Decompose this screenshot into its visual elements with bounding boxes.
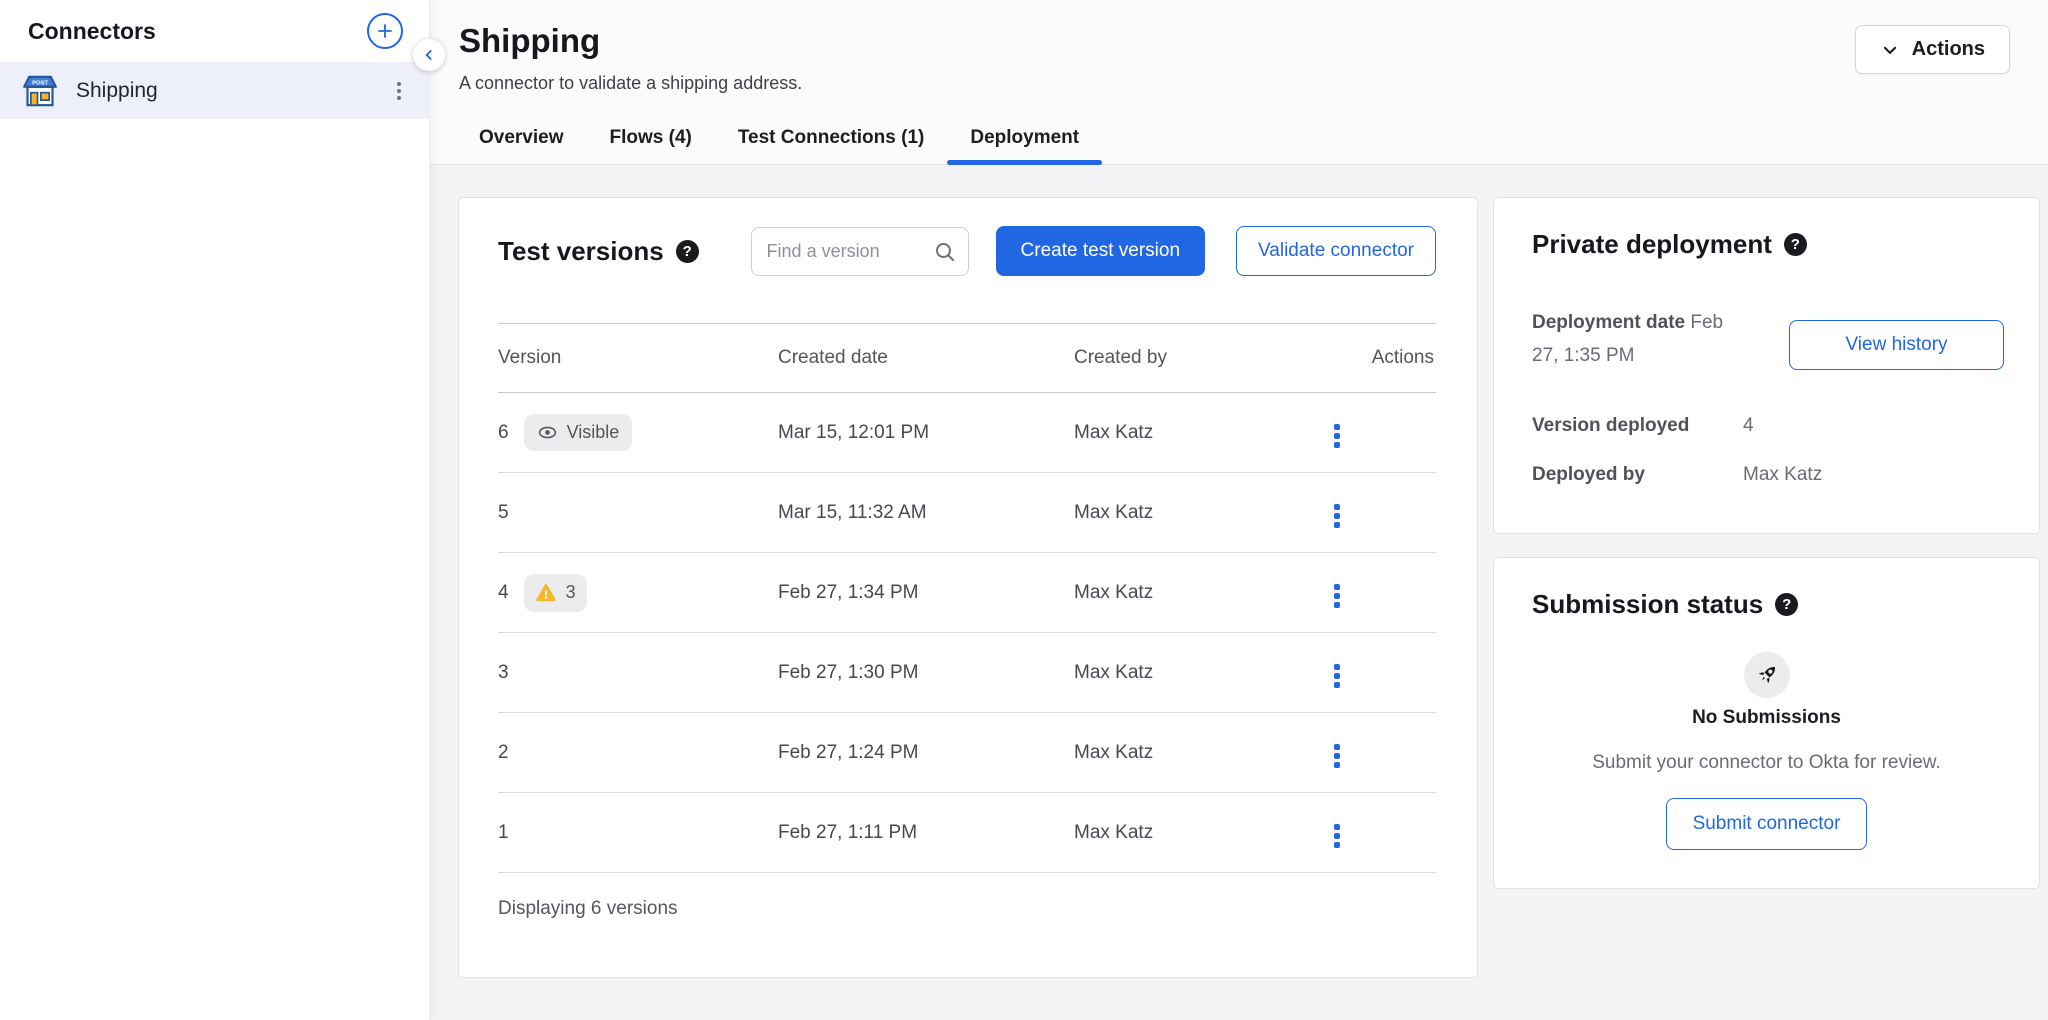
- chevron-down-icon: [1880, 40, 1900, 60]
- table-row: 3 Feb 27, 1:30 PM Max Katz: [498, 633, 1436, 713]
- rocket-icon: [1744, 652, 1790, 698]
- test-versions-heading: Test versions: [498, 236, 699, 267]
- row-actions-button[interactable]: [1330, 420, 1344, 452]
- page-header: Shipping Actions A connector to validate…: [430, 0, 2048, 165]
- badge-label: 3: [566, 582, 576, 603]
- svg-text:POST: POST: [32, 80, 48, 86]
- created-by-cell: Max Katz: [1074, 822, 1328, 844]
- deployed-by-value: Max Katz: [1743, 464, 2001, 486]
- validate-connector-button[interactable]: Validate connector: [1236, 226, 1436, 276]
- table-row: 6 Visible Mar 15, 12:01 PM Max Katz: [498, 393, 1436, 473]
- created-date-cell: Feb 27, 1:34 PM: [778, 582, 1074, 604]
- column-version: Version: [498, 347, 778, 369]
- private-deployment-panel: Private deployment View history Deployme…: [1493, 197, 2040, 534]
- version-number: 5: [498, 502, 509, 524]
- column-actions: Actions: [1328, 347, 1436, 369]
- version-deployed-value: 4: [1743, 415, 2001, 437]
- no-submissions-title: No Submissions: [1532, 707, 2001, 729]
- main-area: Shipping Actions A connector to validate…: [430, 0, 2048, 1020]
- collapse-sidebar-button[interactable]: [413, 39, 445, 71]
- submission-status-heading: Submission status: [1532, 589, 2001, 620]
- table-row: 5 Mar 15, 11:32 AM Max Katz: [498, 473, 1436, 553]
- tab-flows[interactable]: Flows (4): [587, 115, 715, 164]
- table-header: Version Created date Created by Actions: [498, 323, 1436, 393]
- actions-button-label: Actions: [1912, 38, 1985, 61]
- submit-connector-button[interactable]: Submit connector: [1666, 798, 1868, 850]
- version-number: 2: [498, 742, 509, 764]
- chevron-left-icon: [421, 47, 437, 63]
- deployed-by-label: Deployed by: [1532, 464, 1743, 486]
- test-versions-heading-text: Test versions: [498, 236, 664, 267]
- deployment-date-row: Deployment date Feb 27, 1:35 PM: [1532, 306, 1750, 372]
- plus-icon: [376, 22, 394, 40]
- version-deployed-label: Version deployed: [1532, 415, 1743, 437]
- created-date-cell: Mar 15, 12:01 PM: [778, 422, 1074, 444]
- private-deployment-heading-text: Private deployment: [1532, 229, 1772, 260]
- connectors-sidebar: Connectors POST Shipping: [0, 0, 430, 1020]
- deployment-date-label: Deployment date: [1532, 312, 1685, 333]
- created-by-cell: Max Katz: [1074, 502, 1328, 524]
- page-title: Shipping: [459, 22, 600, 60]
- sidebar-title: Connectors: [28, 18, 156, 45]
- version-number: 3: [498, 662, 509, 684]
- table-row: 2 Feb 27, 1:24 PM Max Katz: [498, 713, 1436, 793]
- sidebar-item-shipping[interactable]: POST Shipping: [0, 62, 429, 119]
- created-by-cell: Max Katz: [1074, 742, 1328, 764]
- tab-overview[interactable]: Overview: [456, 115, 587, 164]
- created-date-cell: Feb 27, 1:30 PM: [778, 662, 1074, 684]
- badge-label: Visible: [567, 422, 620, 443]
- connector-menu-button[interactable]: [393, 78, 405, 104]
- tab-test-connections[interactable]: Test Connections (1): [715, 115, 948, 164]
- connector-label: Shipping: [76, 79, 377, 103]
- row-actions-button[interactable]: [1330, 820, 1344, 852]
- add-connector-button[interactable]: [367, 13, 403, 49]
- versions-count: Displaying 6 versions: [459, 873, 1477, 920]
- version-number: 1: [498, 822, 509, 844]
- created-by-cell: Max Katz: [1074, 422, 1328, 444]
- column-created-by: Created by: [1074, 347, 1328, 369]
- created-date-cell: Feb 27, 1:11 PM: [778, 822, 1074, 844]
- search-input[interactable]: [751, 227, 969, 276]
- deployed-by-row: Deployed by Max Katz: [1532, 464, 2001, 486]
- version-deployed-row: Version deployed 4: [1532, 415, 2001, 437]
- private-deployment-heading: Private deployment: [1532, 229, 2001, 260]
- submission-status-heading-text: Submission status: [1532, 589, 1763, 620]
- row-actions-button[interactable]: [1330, 660, 1344, 692]
- content-area: Test versions Create test version Valida…: [430, 165, 2048, 1020]
- table-row: 1 Feb 27, 1:11 PM Max Katz: [498, 793, 1436, 873]
- created-by-cell: Max Katz: [1074, 662, 1328, 684]
- test-versions-panel: Test versions Create test version Valida…: [458, 197, 1478, 978]
- column-created-date: Created date: [778, 347, 1074, 369]
- visible-badge: Visible: [524, 414, 633, 451]
- shipping-connector-icon: POST: [20, 71, 60, 111]
- row-actions-button[interactable]: [1330, 740, 1344, 772]
- page-subtitle: A connector to validate a shipping addre…: [459, 73, 2048, 94]
- test-versions-toolbar: Test versions Create test version Valida…: [459, 198, 1477, 276]
- warning-icon: [535, 582, 557, 604]
- created-date-cell: Feb 27, 1:24 PM: [778, 742, 1074, 764]
- created-date-cell: Mar 15, 11:32 AM: [778, 502, 1074, 524]
- create-test-version-button[interactable]: Create test version: [996, 226, 1205, 276]
- table-row: 4 3 Feb 27, 1:34 PM Max Katz: [498, 553, 1436, 633]
- version-search-box: [751, 227, 969, 276]
- version-number: 4: [498, 582, 509, 604]
- view-history-button[interactable]: View history: [1789, 320, 2004, 370]
- submission-status-panel: Submission status: [1493, 557, 2040, 889]
- help-icon[interactable]: [1784, 233, 1807, 256]
- help-icon[interactable]: [1775, 593, 1798, 616]
- actions-button[interactable]: Actions: [1855, 25, 2010, 74]
- eye-icon: [537, 422, 558, 443]
- sidebar-header: Connectors: [0, 0, 429, 62]
- tab-bar: Overview Flows (4) Test Connections (1) …: [430, 115, 2048, 165]
- row-actions-button[interactable]: [1330, 580, 1344, 612]
- row-actions-button[interactable]: [1330, 500, 1344, 532]
- no-submissions-message: Submit your connector to Okta for review…: [1532, 752, 2001, 774]
- versions-table: Version Created date Created by Actions …: [498, 323, 1436, 873]
- tab-deployment[interactable]: Deployment: [947, 115, 1102, 164]
- help-icon[interactable]: [676, 240, 699, 263]
- created-by-cell: Max Katz: [1074, 582, 1328, 604]
- right-column: Private deployment View history Deployme…: [1493, 197, 2040, 889]
- version-number: 6: [498, 422, 509, 444]
- warning-badge: 3: [524, 574, 587, 612]
